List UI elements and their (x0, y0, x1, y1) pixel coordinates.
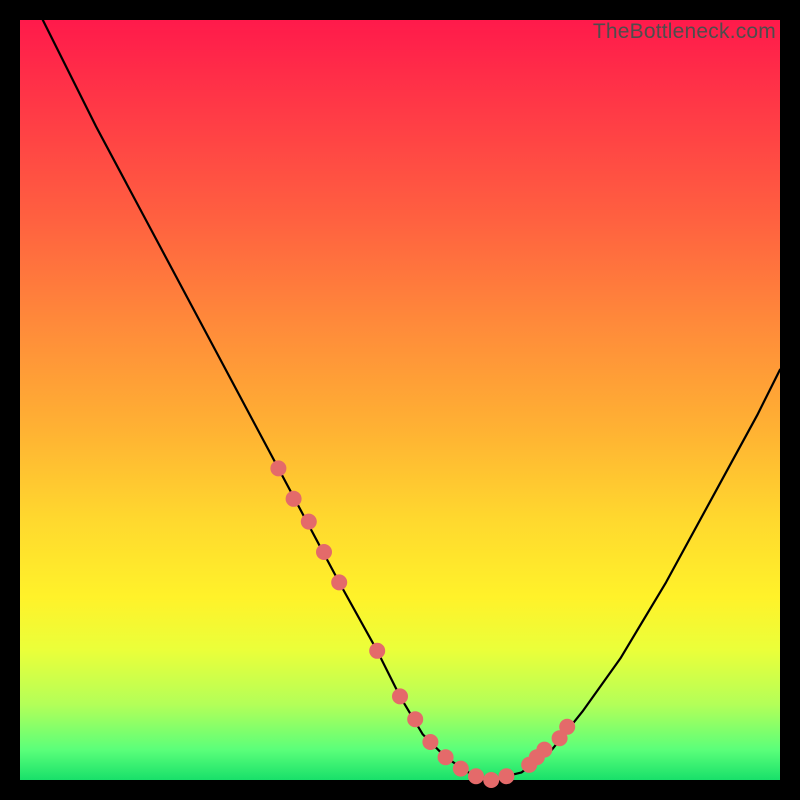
highlight-dot (286, 491, 302, 507)
highlight-dot (407, 711, 423, 727)
highlight-dot (483, 772, 499, 788)
highlight-dot (498, 768, 514, 784)
highlight-dot (316, 544, 332, 560)
chart-svg (20, 20, 780, 780)
highlight-dot (270, 460, 286, 476)
highlight-dot (453, 761, 469, 777)
bottleneck-curve (43, 20, 780, 780)
highlight-dot (369, 643, 385, 659)
highlight-dot (301, 514, 317, 530)
highlight-dot (392, 688, 408, 704)
highlight-dots (270, 460, 575, 788)
highlight-dot (536, 742, 552, 758)
highlight-dot (559, 719, 575, 735)
highlight-dot (331, 574, 347, 590)
highlight-dot (422, 734, 438, 750)
chart-frame: TheBottleneck.com (20, 20, 780, 780)
highlight-dot (438, 749, 454, 765)
highlight-dot (468, 768, 484, 784)
